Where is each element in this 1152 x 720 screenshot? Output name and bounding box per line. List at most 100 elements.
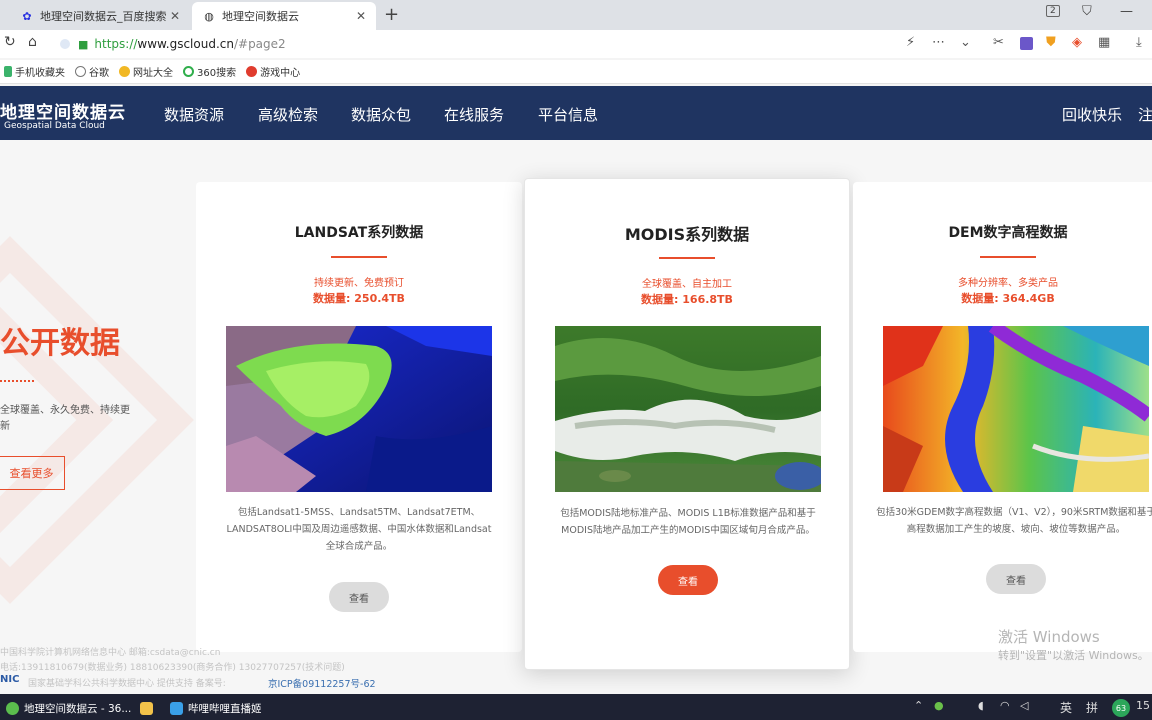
dem-card[interactable]: DEM数字高程数据 多种分辨率、多类产品 数据量: 364.4GB 包括30米G… <box>853 182 1152 652</box>
tray-expand-icon[interactable]: ⌃ <box>914 699 923 712</box>
search-360-icon <box>183 66 194 77</box>
shirt-skin-icon[interactable]: ⛉ <box>1082 4 1092 19</box>
hero-description: 全球覆盖、永久免费、持续更新 <box>0 405 130 432</box>
card-title: LANDSAT系列数据 <box>294 225 424 241</box>
notification-count-badge[interactable]: 63 <box>1112 699 1130 717</box>
bookmark-mobile[interactable]: 手机收藏夹 <box>4 64 65 79</box>
landsat-card[interactable]: LANDSAT系列数据 持续更新、免费预订 数据量: 250.4TB 包括Lan… <box>196 182 522 652</box>
nav-data-resources[interactable]: 数据资源 <box>164 104 224 125</box>
activation-watermark-hint: 转到"设置"以激活 Windows。 <box>998 649 1149 662</box>
phone-icon <box>4 66 12 77</box>
gamepad-icon[interactable]: ◈ <box>1072 35 1082 50</box>
ime-language-indicator[interactable]: 英 <box>1060 699 1072 716</box>
nav-user-name[interactable]: 回收快乐 <box>1062 104 1122 125</box>
nic-logo: NIC <box>0 674 20 685</box>
url-host: www.gscloud.cn <box>137 37 234 51</box>
close-tab-icon[interactable]: ✕ <box>170 9 180 23</box>
site-logo-title[interactable]: 地理空间数据云 <box>0 98 126 123</box>
card-subtitle: 全球覆盖、自主加工 <box>642 279 732 290</box>
bookmark-google[interactable]: 谷歌 <box>75 64 109 79</box>
nav-advanced-search[interactable]: 高级检索 <box>258 104 318 125</box>
taskbar-browser-item[interactable]: 地理空间数据云 - 36... <box>6 698 131 718</box>
new-tab-button[interactable]: + <box>384 4 399 25</box>
file-explorer-icon[interactable] <box>140 698 158 718</box>
modis-image[interactable] <box>555 326 821 492</box>
window-count-badge[interactable]: 2 <box>1046 5 1060 17</box>
home-icon[interactable]: ⌂ <box>28 34 37 50</box>
lock-icon: ■ <box>78 37 89 51</box>
globe-icon: ◍ <box>204 9 214 23</box>
lightning-icon[interactable]: ⚡ <box>906 35 915 50</box>
ime-mode-indicator[interactable]: 拼 <box>1086 699 1098 716</box>
url-path: /#page2 <box>233 37 286 51</box>
close-tab-icon[interactable]: ✕ <box>356 9 366 23</box>
footer-support-line: 国家基础学科公共科学数据中心 提供支持 备案号: <box>28 679 226 689</box>
hao-icon <box>119 66 130 77</box>
hero-divider <box>0 380 34 383</box>
tray-app-icon[interactable]: ● <box>934 699 944 712</box>
bookmarks-bar: 手机收藏夹 谷歌 网址大全 360搜索 游戏中心 <box>0 60 1152 84</box>
card-divider <box>331 256 387 258</box>
apps-grid-icon[interactable]: ▦ <box>1098 35 1110 50</box>
card-subtitle: 多种分辨率、多类产品 <box>958 278 1058 289</box>
dem-image[interactable] <box>883 326 1149 492</box>
network-icon[interactable]: ◠ <box>1000 699 1010 712</box>
card-subtitle: 持续更新、免费预订 <box>314 278 404 289</box>
download-icon[interactable]: ⤓ <box>1136 35 1142 50</box>
tab-title: 地理空间数据云 <box>222 10 299 23</box>
baidu-paw-icon: ✿ <box>22 9 32 23</box>
view-more-button[interactable]: 查看更多 <box>0 456 65 490</box>
chevron-down-icon[interactable]: ⌄ <box>960 35 971 50</box>
taskbar-item-label: 哔哩哔哩直播姬 <box>188 702 262 715</box>
browser-360-icon <box>6 701 19 715</box>
site-info-icon[interactable] <box>60 39 70 49</box>
bookmark-label: 手机收藏夹 <box>15 68 65 79</box>
shield-icon[interactable]: ⛊ <box>1046 35 1056 50</box>
tab-baidu-search[interactable]: ✿ 地理空间数据云_百度搜索 ✕ <box>10 2 190 30</box>
card-title: MODIS系列数据 <box>624 225 750 244</box>
bookmark-hao123[interactable]: 网址大全 <box>119 64 173 79</box>
game-center-icon <box>246 66 258 77</box>
site-logo-subtitle: Geospatial Data Cloud <box>4 121 105 131</box>
scissors-icon[interactable]: ✂ <box>993 35 1004 50</box>
bookmark-360search[interactable]: 360搜索 <box>183 64 236 79</box>
clock[interactable]: 15 <box>1136 699 1150 712</box>
nav-platform-info[interactable]: 平台信息 <box>538 104 598 125</box>
bookmark-label: 谷歌 <box>89 68 109 79</box>
card-divider <box>659 257 715 259</box>
footer-contact-line: 中国科学院计算机网络信息中心 邮箱:csdata@cnic.cn <box>0 648 221 658</box>
view-dem-button[interactable]: 查看 <box>986 564 1046 594</box>
taskbar-bilibili-item[interactable]: 哔哩哔哩直播姬 <box>170 698 262 718</box>
url-protocol: https:// <box>94 37 138 51</box>
icp-link[interactable]: 京ICP备09112257号-62 <box>268 676 376 690</box>
view-landsat-button[interactable]: 查看 <box>329 582 389 612</box>
nav-data-crowdsourcing[interactable]: 数据众包 <box>351 104 411 125</box>
card-description: 包括30米GDEM数字高程数据（V1、V2），90米SRTM数据和基于高程数据加… <box>876 507 1152 535</box>
tab-title: 地理空间数据云_百度搜索 <box>40 10 167 23</box>
card-description: 包括MODIS陆地标准产品、MODIS L1B标准数据产品和基于MODIS陆地产… <box>560 508 816 536</box>
volume-icon[interactable]: ◁ <box>1020 699 1028 712</box>
hero-title: 公开数据 <box>0 326 120 361</box>
card-divider <box>980 256 1036 258</box>
globe-icon <box>75 66 86 77</box>
taskbar-item-label: 地理空间数据云 - 36... <box>24 702 132 715</box>
more-icon[interactable]: ⋯ <box>932 35 945 50</box>
bilibili-icon <box>170 701 183 715</box>
nav-online-services[interactable]: 在线服务 <box>444 104 504 125</box>
card-data-volume: 数据量: 166.8TB <box>641 293 733 306</box>
microphone-icon[interactable]: ◖ <box>978 699 984 712</box>
minimize-icon[interactable]: — <box>1120 4 1133 19</box>
footer-phone-line: 电话:13911810679(数据业务) 18810623390(商务合作) 1… <box>0 663 345 673</box>
card-description: 包括Landsat1-5MSS、Landsat5TM、Landsat7ETM、L… <box>226 507 492 552</box>
tab-gscloud[interactable]: ◍ 地理空间数据云 ✕ <box>192 2 376 30</box>
refresh-icon[interactable]: ↻ <box>4 34 16 50</box>
view-modis-button[interactable]: 查看 <box>658 565 718 595</box>
card-data-volume: 数据量: 364.4GB <box>961 292 1055 305</box>
bookmark-label: 网址大全 <box>133 68 173 79</box>
bookmark-games[interactable]: 游戏中心 <box>246 64 300 79</box>
modis-card[interactable]: MODIS系列数据 全球覆盖、自主加工 数据量: 166.8TB 包括MODIS… <box>524 178 850 670</box>
url-field[interactable]: ■ https:// www.gscloud.cn /#page2 <box>60 33 890 55</box>
nav-register[interactable]: 注 <box>1138 104 1152 125</box>
landsat-image[interactable] <box>226 326 492 492</box>
translate-icon[interactable] <box>1020 37 1033 50</box>
